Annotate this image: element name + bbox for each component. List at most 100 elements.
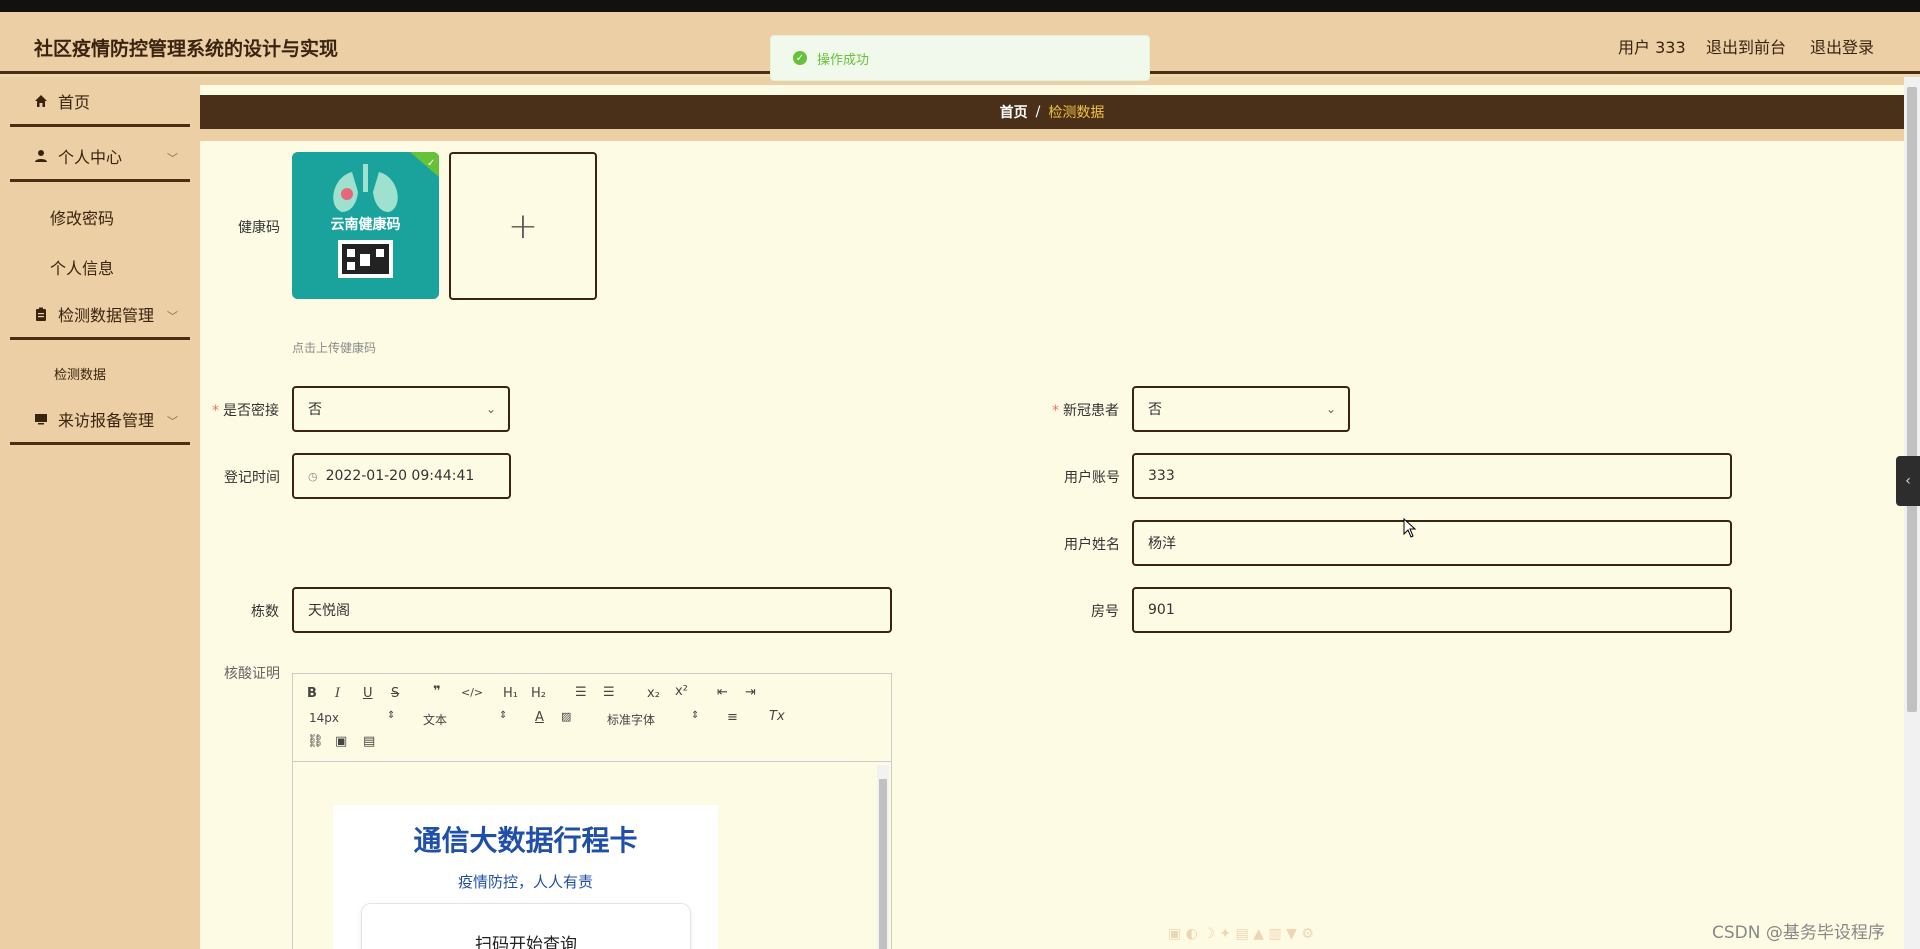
nucleic-label: 核酸证明	[224, 666, 280, 682]
card-title: 通信大数据行程卡	[413, 824, 638, 857]
sidebar-item-label: 检测数据管理	[58, 305, 155, 325]
close-contact-select[interactable]: 否 ⌄	[292, 386, 510, 432]
bullet-list-icon[interactable]: ☰	[603, 685, 615, 700]
sidebar-item-label: 来访报备管理	[58, 410, 155, 430]
user-icon	[34, 149, 48, 163]
page-scrollbar[interactable]	[1904, 77, 1920, 949]
app-title: 社区疫情防控管理系统的设计与实现	[34, 38, 339, 60]
svg-text:✓: ✓	[427, 158, 435, 169]
updown-icon: ⇕	[499, 710, 508, 721]
sidebar-item-personal-center[interactable]: 个人中心 ﹀	[10, 132, 190, 182]
video-icon[interactable]: ▤	[363, 734, 375, 749]
check-circle-icon: ✓	[793, 51, 807, 65]
sidebar-item-label: 个人中心	[58, 147, 123, 167]
room-input[interactable]	[1132, 587, 1732, 633]
editor-scroll-thumb[interactable]	[879, 779, 887, 949]
sidebar-item-personal-info[interactable]: 个人信息	[50, 255, 114, 279]
name-input[interactable]	[1132, 520, 1732, 566]
success-toast: ✓ 操作成功	[770, 35, 1150, 81]
font-size-select[interactable]: 14px	[309, 711, 339, 725]
superscript-icon[interactable]: x²	[675, 684, 688, 699]
heading2-icon[interactable]: H₂	[531, 686, 546, 701]
monitor-icon	[34, 412, 48, 426]
editor-toolbar: B I U S ❞ </> H₁ H₂ ☰ ☰ x₂ x² ⇤ ⇥ 14px ⇕…	[293, 674, 891, 762]
building-field[interactable]	[308, 602, 890, 618]
sidebar-item-detection-management[interactable]: 检测数据管理 ﹀	[10, 290, 190, 340]
itinerary-card-image: 通信大数据行程卡 疫情防控，人人有责 扫码开始查询	[333, 805, 718, 949]
ime-toolbar: ▣ ◐ ☽ ✦ ▤ ▲ ▥ ▼ ⚙	[1168, 926, 1314, 942]
breadcrumb-underline	[200, 129, 1904, 141]
account-field[interactable]	[1148, 468, 1730, 484]
building-input[interactable]	[292, 587, 892, 633]
ordered-list-icon[interactable]: ☰	[575, 685, 587, 700]
sidebar: 首页 个人中心 ﹀ 修改密码 个人信息 检测数据管理 ﹀ 检测数据 来访报备管理…	[0, 77, 200, 949]
covid-patient-label: * 新冠患者	[1052, 403, 1119, 419]
sidebar-item-detection-data[interactable]: 检测数据	[54, 364, 106, 383]
sidebar-item-visit-management[interactable]: 来访报备管理 ﹀	[10, 395, 190, 445]
breadcrumb-home[interactable]: 首页	[1000, 102, 1028, 122]
font-family-select[interactable]: 标准字体	[607, 711, 655, 728]
home-icon	[34, 94, 48, 108]
chevron-left-icon: ‹	[1905, 473, 1911, 489]
align-icon[interactable]: ≡	[727, 710, 738, 725]
italic-icon[interactable]: I	[335, 686, 340, 701]
strikethrough-icon[interactable]: S	[391, 686, 399, 701]
exit-to-frontend-link[interactable]: 退出到前台	[1706, 34, 1786, 58]
toast-message: 操作成功	[817, 52, 870, 68]
close-contact-value: 否	[308, 402, 322, 418]
chevron-down-icon: ⌄	[485, 402, 496, 416]
subscript-icon[interactable]: x₂	[647, 686, 660, 701]
clear-format-icon[interactable]: Tx	[769, 709, 785, 724]
code-block-icon[interactable]: </>	[461, 686, 483, 699]
blockquote-icon[interactable]: ❞	[433, 684, 441, 699]
name-label: 用户姓名	[1064, 537, 1120, 553]
indent-icon[interactable]: ⇥	[745, 685, 756, 700]
editor-scrollbar[interactable]	[877, 765, 889, 949]
underline-icon[interactable]: U	[363, 686, 373, 701]
rich-text-editor[interactable]: B I U S ❞ </> H₁ H₂ ☰ ☰ x₂ x² ⇤ ⇥ 14px ⇕…	[292, 673, 892, 949]
bold-icon[interactable]: B	[307, 686, 317, 701]
chevron-down-icon: ﹀	[167, 310, 178, 323]
link-icon[interactable]: ⛓	[307, 734, 324, 749]
breadcrumb: 首页 / 检测数据	[200, 95, 1904, 129]
clipboard-icon	[34, 307, 48, 321]
user-name-link[interactable]: 用户 333	[1618, 34, 1686, 58]
page-scroll-thumb[interactable]	[1907, 87, 1917, 712]
updown-icon: ⇕	[387, 710, 396, 721]
font-color-icon[interactable]: A	[535, 710, 544, 725]
sidebar-item-change-password[interactable]: 修改密码	[50, 205, 114, 229]
chevron-down-icon: ⌄	[1325, 402, 1336, 416]
breadcrumb-current: 检测数据	[1048, 105, 1105, 121]
collapse-panel-button[interactable]: ‹	[1896, 456, 1920, 506]
main-content: 首页 / 检测数据 健康码 ✓ 云南健康码 + 点击上传健康码 * 是否密接 否 …	[200, 77, 1904, 949]
upload-button[interactable]: +	[449, 152, 597, 300]
close-contact-label: * 是否密接	[212, 403, 279, 419]
outdent-icon[interactable]: ⇤	[717, 685, 728, 700]
register-time-value: 2022-01-20 09:44:41	[325, 468, 475, 484]
card-subtitle: 疫情防控，人人有责	[457, 873, 593, 891]
covid-patient-value: 否	[1148, 402, 1162, 418]
name-field[interactable]	[1148, 535, 1730, 551]
room-field[interactable]	[1148, 602, 1730, 618]
account-input[interactable]	[1132, 453, 1732, 499]
background-color-icon[interactable]: ▨	[561, 710, 571, 723]
card-scan-button: 扫码开始查询	[361, 903, 691, 949]
upload-hint: 点击上传健康码	[292, 341, 377, 355]
clock-icon: ◷	[308, 469, 318, 483]
mouse-cursor-icon	[1403, 518, 1417, 538]
covid-patient-select[interactable]: 否 ⌄	[1132, 386, 1350, 432]
logout-link[interactable]: 退出登录	[1810, 34, 1874, 58]
register-time-picker[interactable]: ◷ 2022-01-20 09:44:41	[292, 453, 511, 499]
top-strip	[0, 0, 1920, 12]
paragraph-select[interactable]: 文本	[423, 711, 447, 728]
editor-content[interactable]: 通信大数据行程卡 疫情防控，人人有责 扫码开始查询	[293, 763, 891, 949]
image-icon[interactable]: ▣	[335, 734, 347, 749]
health-code-image[interactable]: ✓ 云南健康码	[292, 152, 439, 299]
health-code-thumb-text: 云南健康码	[330, 217, 401, 233]
chevron-down-icon: ﹀	[167, 152, 178, 165]
chevron-down-icon: ﹀	[167, 415, 178, 428]
account-label: 用户账号	[1064, 470, 1120, 486]
heading1-icon[interactable]: H₁	[503, 686, 518, 701]
sidebar-item-home[interactable]: 首页	[10, 77, 190, 127]
health-code-label: 健康码	[238, 220, 280, 236]
